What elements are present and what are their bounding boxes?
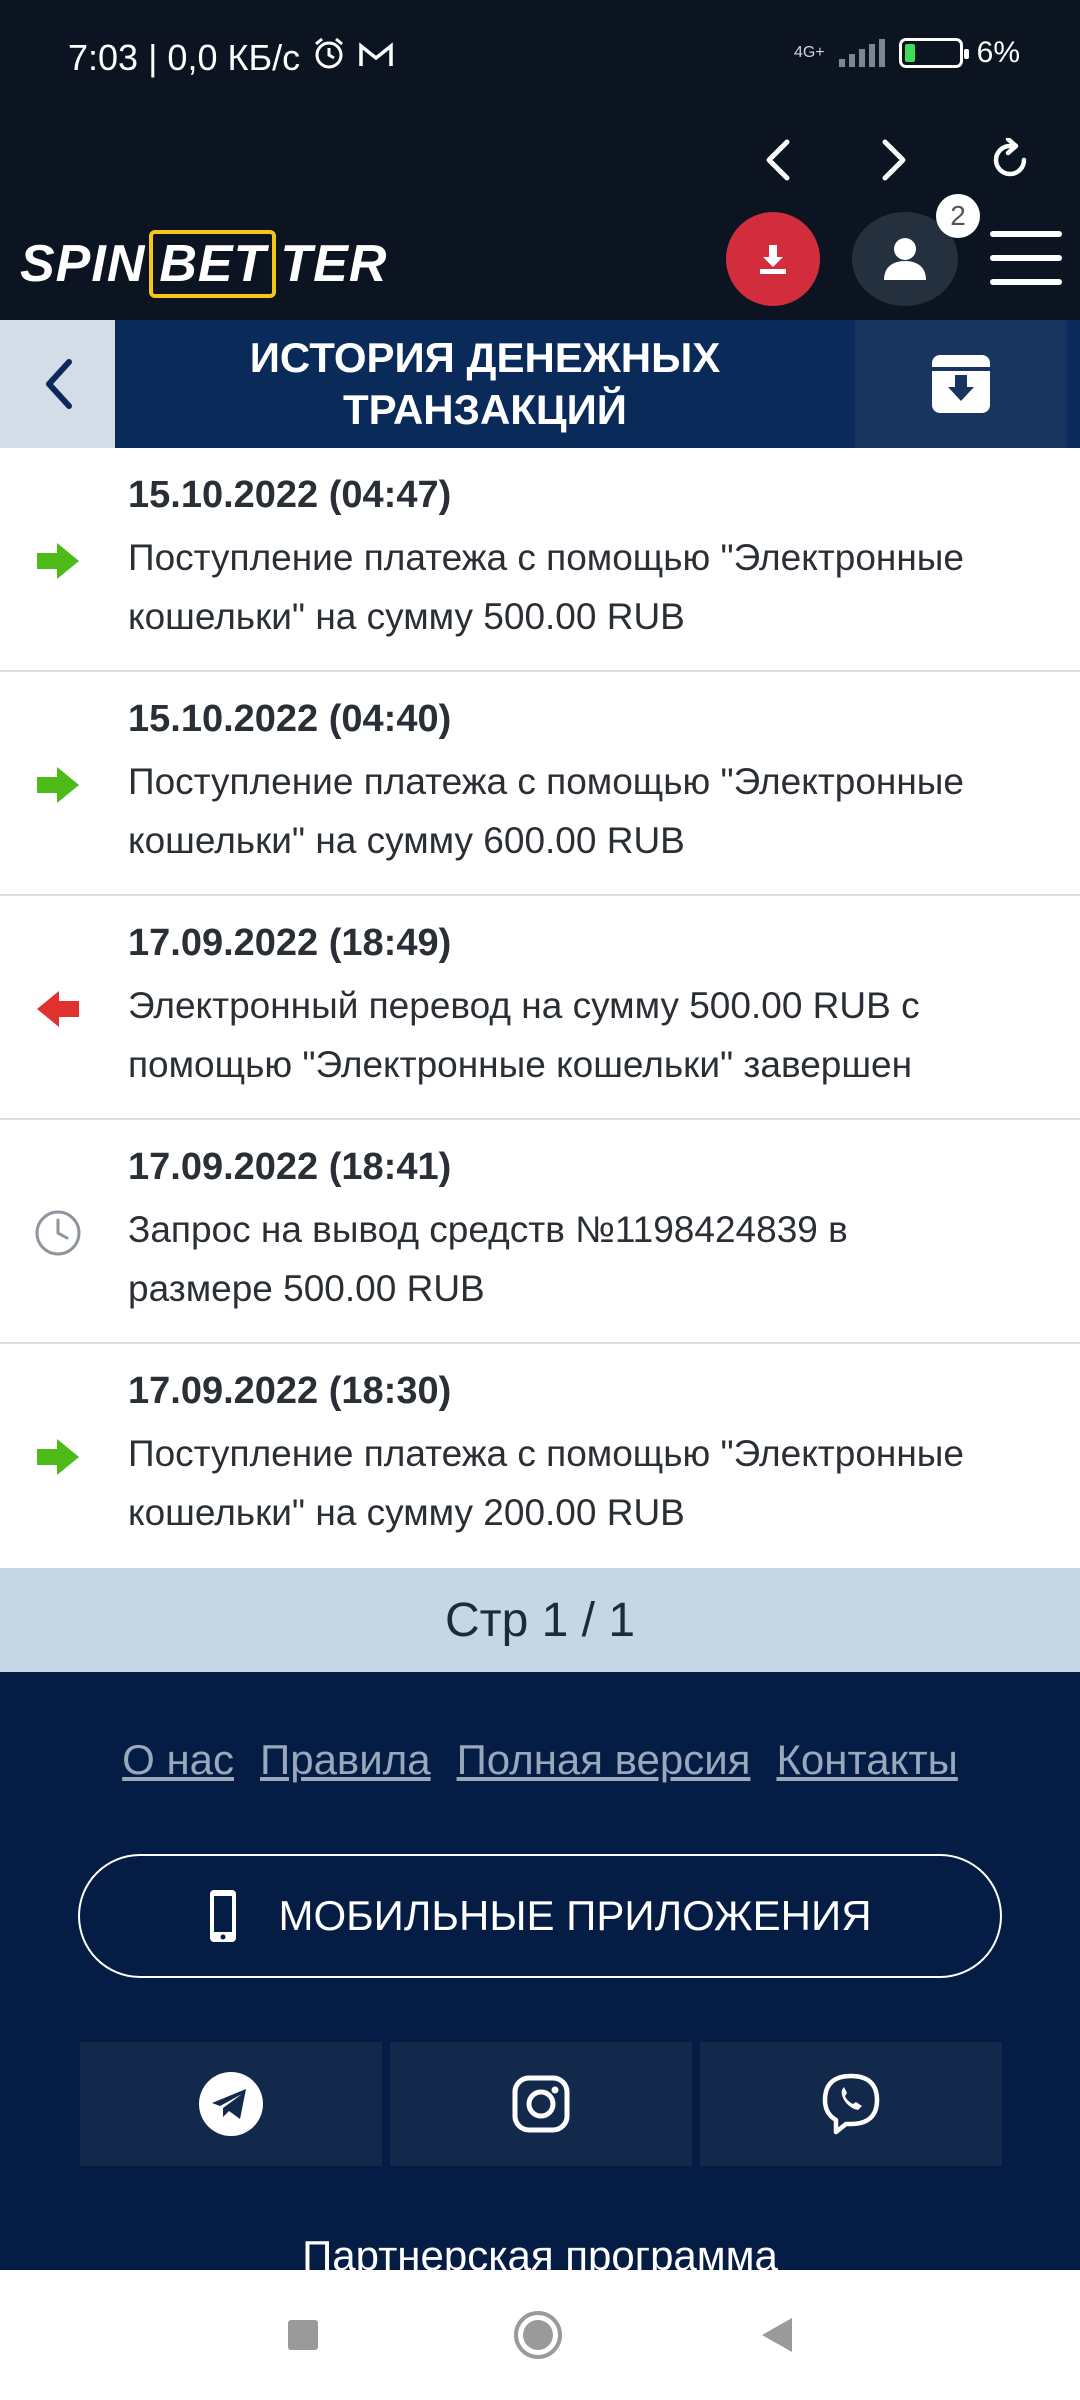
transaction-item[interactable]: 17.09.2022 (18:41) Запрос на вывод средс… (0, 1120, 1080, 1344)
home-icon[interactable] (513, 2310, 563, 2360)
back-icon[interactable] (752, 2310, 802, 2360)
viber-button[interactable] (700, 2042, 1002, 2166)
transaction-date: 17.09.2022 (18:41) (128, 1146, 452, 1188)
battery-level: 6% (976, 36, 1020, 69)
mail-icon (358, 37, 394, 79)
status-bar: 7:03 | 0,0 КБ/с 4G+ 6% (0, 0, 1080, 110)
transaction-list: 15.10.2022 (04:47) Поступление платежа с… (0, 448, 1080, 1568)
chevron-left-icon (45, 359, 72, 409)
browser-nav (0, 110, 1080, 210)
instagram-icon (512, 2075, 570, 2133)
transaction-item[interactable]: 15.10.2022 (04:40) Поступление платежа с… (0, 672, 1080, 896)
clock-icon (28, 1208, 88, 1258)
alarm-icon (312, 36, 346, 79)
footer-link-full-version[interactable]: Полная версия (457, 1736, 751, 1784)
download-app-button[interactable] (726, 212, 820, 306)
arrow-in-icon (28, 760, 88, 810)
archive-download-icon (932, 355, 990, 413)
transaction-description: Поступление платежа с помощью "Электронн… (128, 761, 964, 861)
forward-arrow-icon[interactable] (866, 132, 922, 188)
transaction-item[interactable]: 17.09.2022 (18:30) Поступление платежа с… (0, 1344, 1080, 1568)
footer-link-rules[interactable]: Правила (260, 1736, 431, 1784)
instagram-button[interactable] (390, 2042, 692, 2166)
signal-icon (838, 39, 885, 67)
archive-button[interactable] (855, 320, 1067, 448)
arrow-out-icon (28, 984, 88, 1034)
system-nav-bar (0, 2270, 1080, 2400)
user-icon (884, 238, 926, 280)
viber-icon (822, 2073, 880, 2135)
transaction-description: Поступление платежа с помощью "Электронн… (128, 1433, 964, 1533)
footer-link-contacts[interactable]: Контакты (776, 1736, 957, 1784)
footer-link-about[interactable]: О нас (122, 1736, 234, 1784)
transaction-description: Электронный перевод на сумму 500.00 RUB … (128, 985, 920, 1085)
social-links (80, 2042, 1002, 2166)
status-time: 7:03 | 0,0 КБ/с (68, 36, 301, 78)
back-arrow-icon[interactable] (750, 132, 806, 188)
reload-icon[interactable] (982, 132, 1038, 188)
page-title: ИСТОРИЯ ДЕНЕЖНЫХ ТРАНЗАКЦИЙ (249, 334, 721, 433)
download-icon (760, 245, 786, 274)
page-title-bar: ИСТОРИЯ ДЕНЕЖНЫХ ТРАНЗАКЦИЙ (0, 320, 1080, 448)
partner-program-link[interactable]: Партнерская программа (0, 2232, 1080, 2270)
transaction-date: 15.10.2022 (04:40) (128, 698, 452, 740)
back-button[interactable] (0, 320, 115, 448)
telegram-icon (199, 2072, 263, 2136)
smartphone-icon (210, 1890, 237, 1942)
footer: О нас Правила Полная версия Контакты МОБ… (0, 1672, 1080, 2270)
transaction-item[interactable]: 15.10.2022 (04:47) Поступление платежа с… (0, 448, 1080, 672)
mobile-apps-button[interactable]: МОБИЛЬНЫЕ ПРИЛОЖЕНИЯ (78, 1854, 1002, 1978)
recent-apps-icon[interactable] (278, 2310, 328, 2360)
transaction-date: 17.09.2022 (18:30) (128, 1370, 452, 1412)
pagination: Стр 1 / 1 (0, 1568, 1080, 1672)
transaction-description: Поступление платежа с помощью "Электронн… (128, 537, 964, 637)
transaction-date: 15.10.2022 (04:47) (128, 474, 452, 516)
footer-links: О нас Правила Полная версия Контакты (0, 1736, 1080, 1784)
arrow-in-icon (28, 1432, 88, 1482)
spinbetter-logo[interactable]: SPIN BET TER (20, 230, 387, 298)
telegram-button[interactable] (80, 2042, 382, 2166)
app-header: SPIN BET TER 2 (0, 194, 1080, 320)
network-type: 4G+ (793, 44, 825, 61)
hamburger-menu-icon[interactable] (990, 222, 1062, 294)
transaction-item[interactable]: 17.09.2022 (18:49) Электронный перевод н… (0, 896, 1080, 1120)
transaction-date: 17.09.2022 (18:49) (128, 922, 452, 964)
battery-icon (898, 38, 969, 68)
transaction-description: Запрос на вывод средств №1198424839 в раз… (128, 1209, 848, 1309)
mobile-apps-label: МОБИЛЬНЫЕ ПРИЛОЖЕНИЯ (278, 1892, 872, 1939)
notification-badge: 2 (936, 194, 980, 238)
arrow-in-icon (28, 536, 88, 586)
